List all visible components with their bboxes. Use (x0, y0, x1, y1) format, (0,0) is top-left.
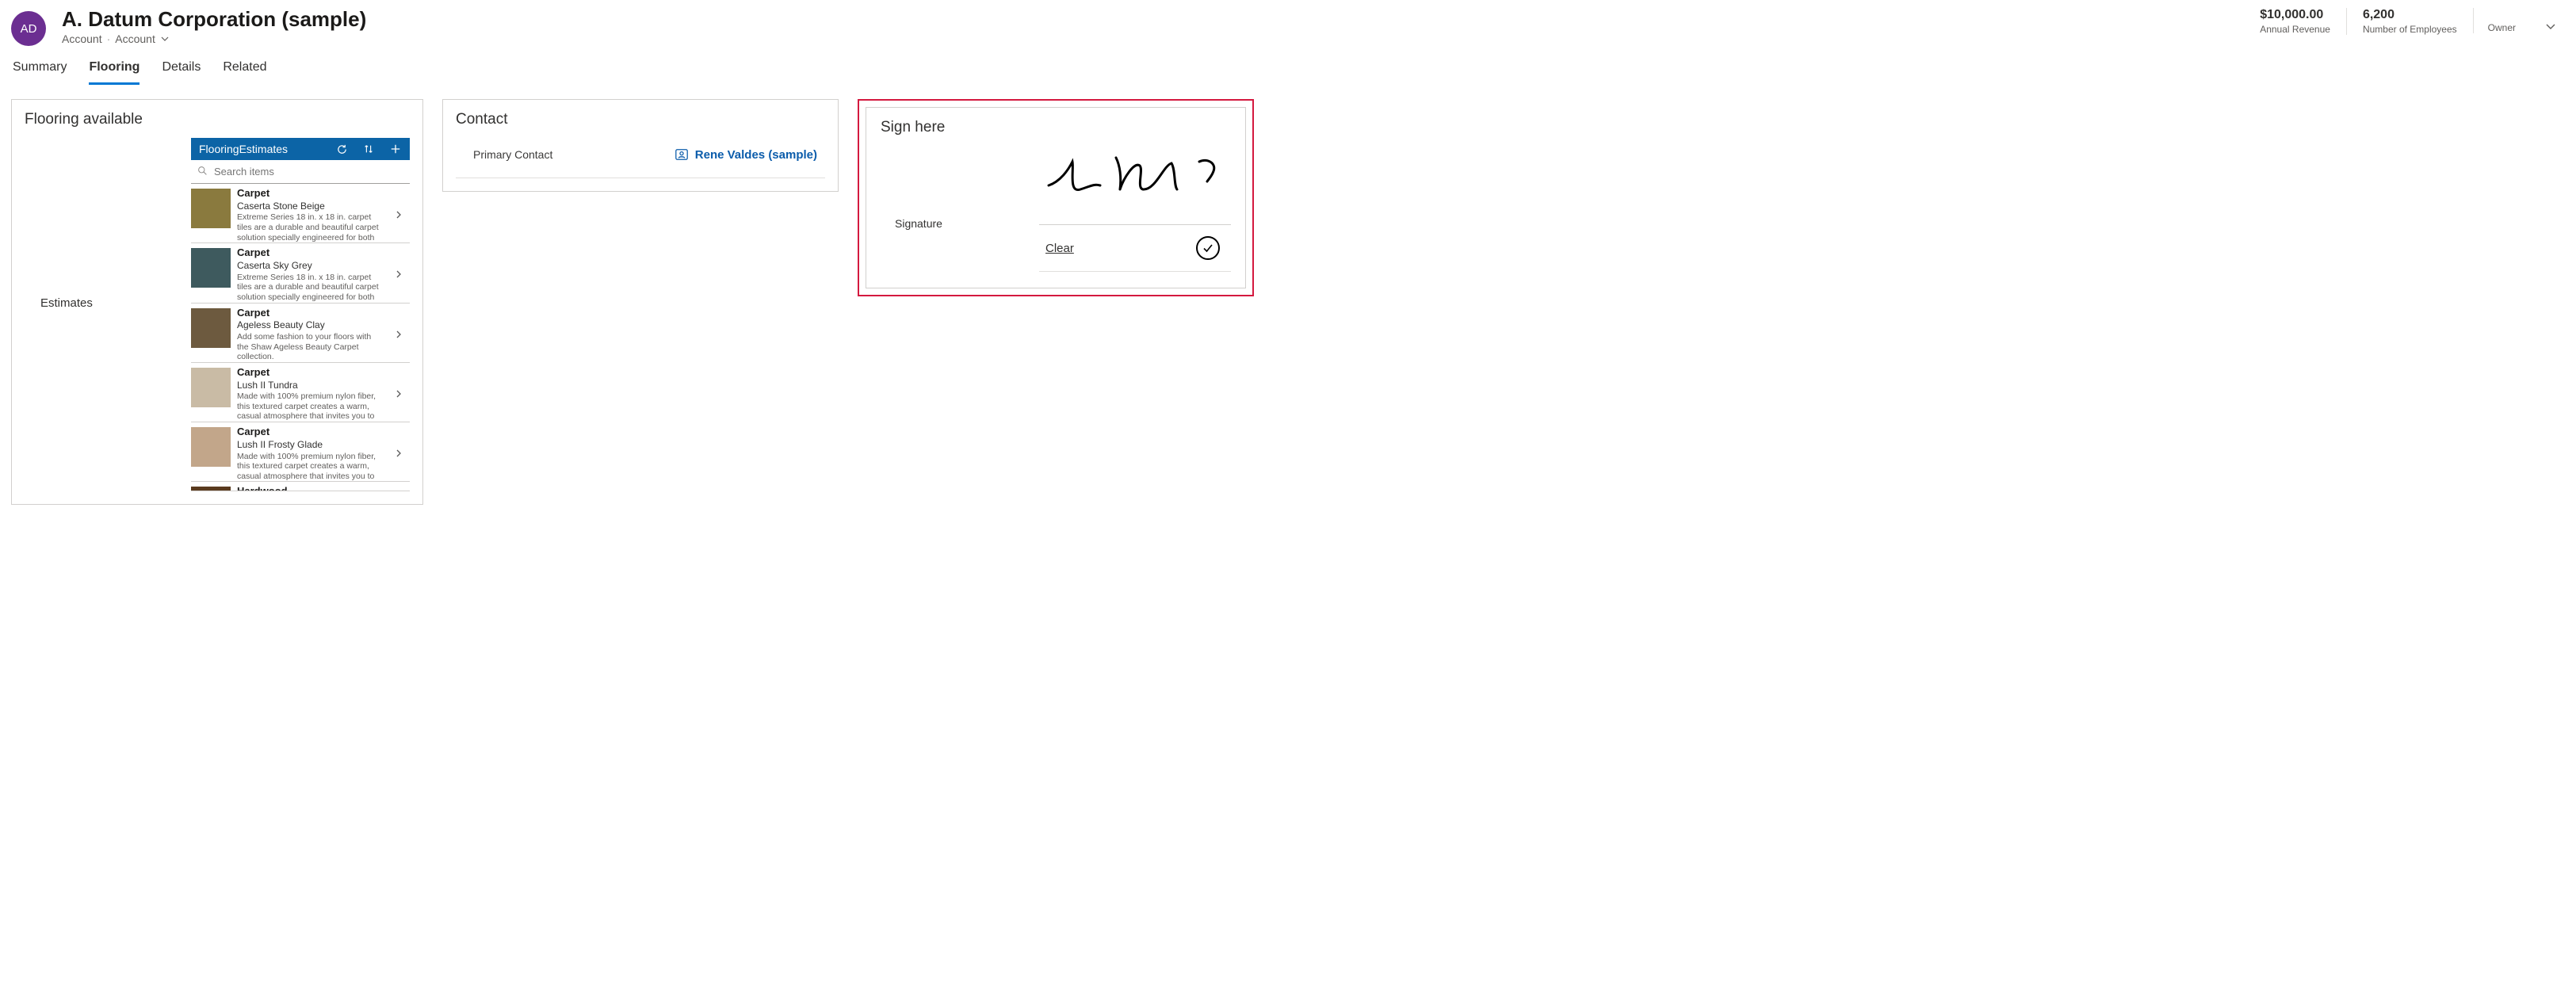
employees-label: Number of Employees (2363, 24, 2457, 35)
swatch-image (191, 189, 231, 228)
owner-value (2488, 8, 2516, 22)
employees-value: 6,200 (2363, 8, 2457, 22)
signature-field-label: Signature (881, 146, 1039, 272)
gallery-title: FlooringEstimates (199, 143, 326, 155)
chevron-down-icon (160, 34, 170, 44)
flooring-card: Flooring available Estimates FlooringEst… (11, 99, 423, 505)
item-type: Carpet (237, 187, 384, 200)
tab-summary[interactable]: Summary (13, 55, 67, 85)
swatch-image (191, 248, 231, 288)
list-item[interactable]: Carpet Caserta Sky Grey Extreme Series 1… (191, 243, 410, 303)
swatch-image (191, 487, 231, 491)
search-icon (197, 166, 208, 178)
separator-dot: · (107, 32, 111, 45)
chevron-right-icon[interactable] (388, 366, 410, 422)
item-type: Carpet (237, 366, 384, 380)
swatch-image (191, 427, 231, 467)
signature-highlight: Sign here Signature Clear (858, 99, 1254, 296)
list-item[interactable]: Hardwood (191, 482, 410, 491)
person-icon (675, 147, 689, 162)
gallery-search[interactable] (191, 160, 410, 184)
item-type: Hardwood (237, 485, 407, 491)
annual-revenue-label: Annual Revenue (2260, 24, 2330, 35)
item-type: Carpet (237, 426, 384, 439)
primary-contact-link[interactable]: Rene Valdes (sample) (675, 147, 817, 162)
item-desc: Extreme Series 18 in. x 18 in. carpet ti… (237, 273, 384, 303)
tab-details[interactable]: Details (162, 55, 201, 85)
primary-contact-name: Rene Valdes (sample) (695, 148, 817, 162)
chevron-right-icon[interactable] (388, 307, 410, 362)
sort-icon[interactable] (362, 143, 375, 155)
header-expand-button[interactable] (2536, 12, 2565, 43)
item-type: Carpet (237, 307, 384, 320)
list-item[interactable]: Carpet Lush II Tundra Made with 100% pre… (191, 363, 410, 422)
signature-card-title: Sign here (881, 119, 1231, 136)
item-desc: Made with 100% premium nylon fiber, this… (237, 452, 384, 482)
flooring-card-title: Flooring available (25, 111, 410, 128)
refresh-icon[interactable] (335, 143, 348, 155)
add-icon[interactable] (389, 143, 402, 155)
contact-card: Contact Primary Contact Rene Valdes (sam… (442, 99, 839, 192)
contact-card-title: Contact (456, 111, 825, 128)
chevron-right-icon[interactable] (388, 187, 410, 242)
clear-signature-link[interactable]: Clear (1045, 242, 1196, 255)
flooring-gallery: FlooringEstimates (191, 138, 410, 491)
estimates-section-label: Estimates (25, 138, 191, 491)
item-name: Caserta Stone Beige (237, 200, 384, 213)
page-title: A. Datum Corporation (sample) (62, 8, 2244, 31)
signature-card: Sign here Signature Clear (866, 107, 1246, 288)
list-item[interactable]: Carpet Ageless Beauty Clay Add some fash… (191, 304, 410, 363)
annual-revenue-value: $10,000.00 (2260, 8, 2330, 22)
avatar: AD (11, 11, 46, 46)
item-name: Lush II Tundra (237, 380, 384, 392)
record-header: AD A. Datum Corporation (sample) Account… (11, 5, 2565, 52)
item-type: Carpet (237, 246, 384, 260)
form-selector[interactable]: Account (115, 32, 170, 45)
list-item[interactable]: Carpet Caserta Stone Beige Extreme Serie… (191, 184, 410, 243)
primary-contact-label: Primary Contact (473, 148, 675, 161)
form-tabs: Summary Flooring Details Related (11, 52, 2565, 85)
tab-flooring[interactable]: Flooring (89, 55, 140, 85)
header-metrics: $10,000.00 Annual Revenue 6,200 Number o… (2244, 8, 2530, 35)
entity-type-label: Account (62, 32, 102, 45)
item-desc: Made with 100% premium nylon fiber, this… (237, 391, 384, 422)
chevron-right-icon[interactable] (388, 426, 410, 481)
search-input[interactable] (212, 165, 403, 178)
item-name: Caserta Sky Grey (237, 260, 384, 273)
signature-canvas[interactable] (1039, 146, 1231, 225)
item-desc: Add some fashion to your floors with the… (237, 332, 384, 362)
item-name: Lush II Frosty Glade (237, 439, 384, 452)
chevron-right-icon[interactable] (388, 246, 410, 302)
tab-related[interactable]: Related (223, 55, 266, 85)
confirm-signature-button[interactable] (1196, 236, 1220, 260)
item-name: Ageless Beauty Clay (237, 319, 384, 332)
gallery-header: FlooringEstimates (191, 138, 410, 160)
swatch-image (191, 368, 231, 407)
item-desc: Extreme Series 18 in. x 18 in. carpet ti… (237, 212, 384, 242)
owner-label: Owner (2488, 22, 2516, 33)
list-item[interactable]: Carpet Lush II Frosty Glade Made with 10… (191, 422, 410, 482)
swatch-image (191, 308, 231, 348)
